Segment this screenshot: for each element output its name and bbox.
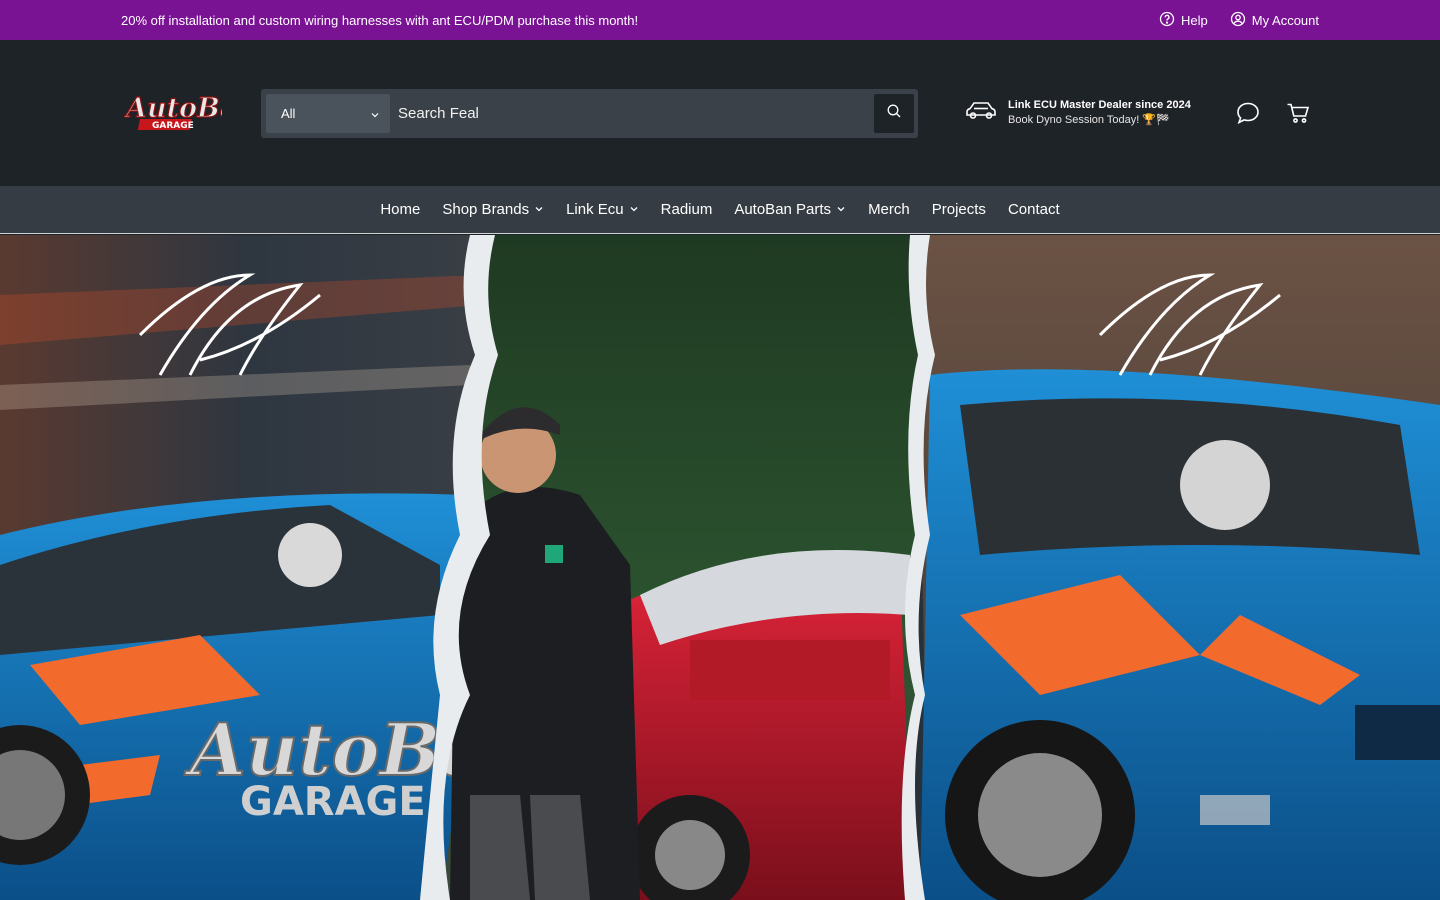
nav-contact[interactable]: Contact bbox=[997, 186, 1071, 234]
announcement-bar: 20% off installation and custom wiring h… bbox=[0, 0, 1440, 40]
search-category-select[interactable]: All bbox=[266, 94, 390, 133]
nav-link-ecu[interactable]: Link Ecu bbox=[555, 186, 650, 234]
nav-merch[interactable]: Merch bbox=[857, 186, 921, 234]
chevron-down-icon bbox=[836, 201, 846, 218]
nav-shop-brands[interactable]: Shop Brands bbox=[431, 186, 555, 234]
chat-icon[interactable] bbox=[1235, 100, 1261, 126]
dealer-promo[interactable]: Link ECU Master Dealer since 2024 Book D… bbox=[964, 99, 1191, 126]
nav-label: Shop Brands bbox=[442, 201, 530, 218]
hero-banner[interactable]: AutoBan GARAGE bbox=[0, 235, 1440, 900]
user-icon bbox=[1230, 11, 1246, 30]
site-header: AutoBan GARAGE All Link ECU Master Deale… bbox=[0, 41, 1440, 186]
car-icon bbox=[964, 99, 998, 126]
nav-label: Radium bbox=[660, 201, 713, 218]
my-account-label: My Account bbox=[1251, 13, 1319, 28]
cart-icon[interactable] bbox=[1285, 100, 1311, 126]
nav-radium[interactable]: Radium bbox=[650, 186, 724, 234]
utility-links: Help My Account bbox=[1159, 11, 1319, 30]
nav-projects[interactable]: Projects bbox=[921, 186, 997, 234]
nav-home[interactable]: Home bbox=[369, 186, 431, 234]
chevron-down-icon bbox=[370, 108, 380, 118]
search-icon bbox=[886, 103, 902, 124]
chevron-down-icon bbox=[534, 201, 544, 218]
svg-text:GARAGE: GARAGE bbox=[152, 121, 194, 131]
svg-text:GARAGE: GARAGE bbox=[240, 779, 426, 825]
my-account-link[interactable]: My Account bbox=[1230, 11, 1319, 30]
autoban-logo[interactable]: AutoBan GARAGE bbox=[122, 91, 257, 133]
search-category-value: All bbox=[281, 106, 296, 121]
nav-label: Link Ecu bbox=[566, 201, 624, 218]
search-button[interactable] bbox=[874, 94, 914, 133]
search-bar: All bbox=[261, 89, 918, 138]
search-input[interactable] bbox=[398, 94, 868, 133]
promo-subtitle: Book Dyno Session Today! 🏆🏁 bbox=[1008, 114, 1170, 126]
nav-label: Contact bbox=[1007, 201, 1060, 218]
help-label: Help bbox=[1181, 13, 1208, 28]
announcement-message: 20% off installation and custom wiring h… bbox=[121, 13, 639, 28]
nav-label: Merch bbox=[868, 201, 910, 218]
hero-image: AutoBan GARAGE bbox=[0, 235, 1440, 900]
nav-label: Projects bbox=[931, 201, 986, 218]
nav-label: AutoBan Parts bbox=[734, 201, 832, 218]
main-nav: Home Shop Brands Link Ecu Radium AutoBan… bbox=[0, 186, 1440, 234]
nav-autoban-parts[interactable]: AutoBan Parts bbox=[723, 186, 857, 234]
nav-label: Home bbox=[380, 201, 421, 218]
chevron-down-icon bbox=[629, 201, 639, 218]
help-link[interactable]: Help bbox=[1159, 11, 1208, 30]
help-icon bbox=[1159, 11, 1175, 30]
promo-title: Link ECU Master Dealer since 2024 bbox=[1008, 99, 1191, 111]
